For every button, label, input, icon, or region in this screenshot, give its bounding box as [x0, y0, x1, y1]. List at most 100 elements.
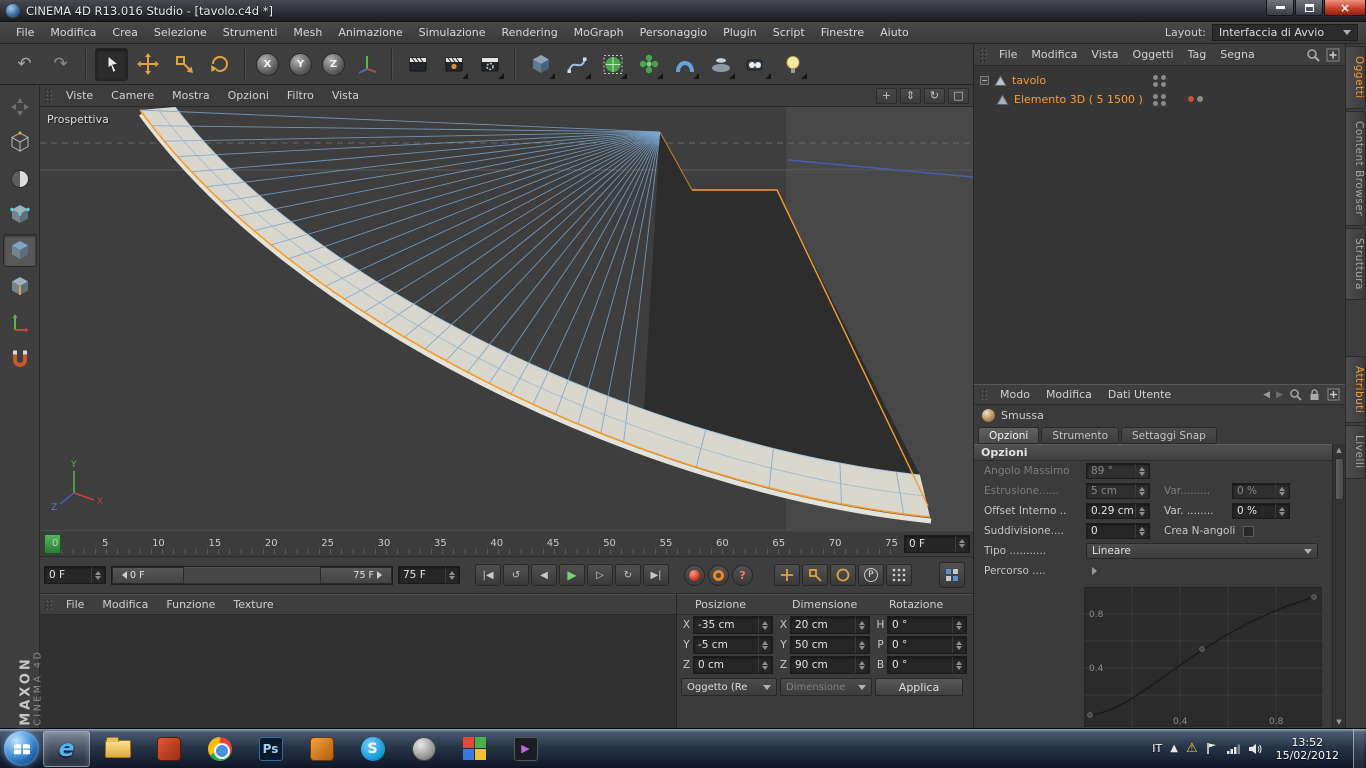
- attribute-menu-item[interactable]: Modifica: [1038, 388, 1100, 401]
- flag-icon[interactable]: [1206, 742, 1218, 755]
- attribute-scrollbar[interactable]: ▲ ▼: [1332, 444, 1345, 728]
- viewport-menu-item[interactable]: Mostra: [163, 89, 219, 102]
- menubar-item[interactable]: Aiuto: [872, 26, 917, 39]
- rotation-field[interactable]: 0 °: [887, 636, 967, 654]
- panel-grip[interactable]: [979, 387, 988, 402]
- live-selection-button[interactable]: [95, 47, 128, 81]
- move-tool-button[interactable]: [131, 48, 164, 81]
- taskbar-chrome-button[interactable]: [196, 731, 243, 767]
- scroll-up-icon[interactable]: ▲: [1336, 444, 1341, 456]
- layout-select[interactable]: Interfaccia di Avvio: [1212, 24, 1358, 41]
- dimension-field[interactable]: 50 cm: [790, 636, 870, 654]
- material-menu-item[interactable]: File: [57, 598, 93, 611]
- history-back-icon[interactable]: ◀: [1263, 390, 1270, 400]
- offset-interno-field[interactable]: 0.29 cm: [1086, 503, 1150, 519]
- autokey-button[interactable]: [708, 564, 729, 586]
- position-field[interactable]: -5 cm: [693, 636, 773, 654]
- axis-lock-button[interactable]: Z: [320, 48, 347, 81]
- scrollbar-thumb[interactable]: [1334, 458, 1344, 500]
- network-icon[interactable]: [1226, 743, 1240, 755]
- rotation-field[interactable]: 0 °: [887, 616, 967, 634]
- toggle-view-button[interactable]: □: [948, 87, 969, 104]
- scale-tool-button[interactable]: [167, 48, 200, 81]
- material-menu-item[interactable]: Funzione: [157, 598, 224, 611]
- taskbar-clock[interactable]: 13:52 15/02/2012: [1270, 736, 1345, 762]
- object-state-dots[interactable]: [1188, 96, 1203, 102]
- tab-struttura[interactable]: Struttura: [1346, 227, 1366, 300]
- range-end-handle[interactable]: 75 F: [320, 566, 392, 584]
- tipo-dropdown[interactable]: Lineare: [1086, 543, 1318, 559]
- menubar-item[interactable]: Strumenti: [215, 26, 286, 39]
- rotation-field[interactable]: 0 °: [887, 656, 967, 674]
- taskbar-explorer-button[interactable]: [94, 731, 141, 767]
- add-deformer-button[interactable]: [668, 48, 701, 81]
- options-section-header[interactable]: Opzioni: [974, 444, 1345, 461]
- taskbar-red-app-button[interactable]: [145, 731, 192, 767]
- attribute-menu-item[interactable]: Dati Utente: [1100, 388, 1179, 401]
- material-menu-item[interactable]: Modifica: [93, 598, 157, 611]
- angolo-massimo-field[interactable]: 89 °: [1086, 463, 1150, 479]
- next-frame-button[interactable]: ▷: [587, 564, 613, 586]
- menubar-item[interactable]: Simulazione: [411, 26, 494, 39]
- rotate-view-button[interactable]: ↻: [924, 87, 945, 104]
- redo-button[interactable]: ↷: [44, 48, 77, 81]
- coordinate-system-button[interactable]: [350, 48, 383, 81]
- menubar-item[interactable]: Script: [765, 26, 813, 39]
- axis-lock-button[interactable]: X: [254, 48, 281, 81]
- history-forward-icon[interactable]: ▶: [1276, 390, 1283, 400]
- object-row-tavolo[interactable]: − tavolo: [974, 71, 1345, 90]
- add-icon[interactable]: [1327, 388, 1340, 401]
- disclosure-triangle-icon[interactable]: [1092, 567, 1101, 575]
- previous-frame-button[interactable]: ◀: [531, 564, 557, 586]
- estrusione-field[interactable]: 5 cm: [1086, 483, 1150, 499]
- taskbar-gray-app-button[interactable]: [400, 731, 447, 767]
- var1-field[interactable]: 0 %: [1232, 483, 1290, 499]
- record-pla-button[interactable]: [886, 564, 912, 586]
- language-indicator[interactable]: IT: [1152, 742, 1162, 755]
- add-generator-button[interactable]: [596, 48, 629, 81]
- play-button[interactable]: ▶: [559, 564, 585, 586]
- add-spline-button[interactable]: [560, 48, 593, 81]
- add-light-button[interactable]: [776, 48, 809, 81]
- previous-key-button[interactable]: ↺: [503, 564, 529, 586]
- dimension-field[interactable]: 90 cm: [790, 656, 870, 674]
- object-manager-menu-item[interactable]: Oggetti: [1126, 48, 1181, 61]
- show-desktop-button[interactable]: [1353, 728, 1364, 768]
- goto-end-button[interactable]: ▶|: [643, 564, 669, 586]
- keyframe-selection-button[interactable]: [939, 562, 965, 588]
- volume-icon[interactable]: [1248, 743, 1262, 755]
- preview-range-slider[interactable]: 0 F 75 F: [111, 565, 393, 585]
- coordinate-mode-dropdown[interactable]: Oggetto (Re: [681, 678, 777, 696]
- action-center-warning-icon[interactable]: ⚠: [1186, 741, 1198, 756]
- minimize-button[interactable]: [1266, 0, 1294, 16]
- attribute-menu-item[interactable]: Modo: [992, 388, 1038, 401]
- add-environment-button[interactable]: [704, 48, 737, 81]
- range-start-handle[interactable]: 0 F: [112, 566, 184, 584]
- panel-grip[interactable]: [979, 47, 988, 62]
- add-icon[interactable]: [1326, 48, 1340, 62]
- axis-mode-button[interactable]: [3, 306, 37, 339]
- viewport-menu-item[interactable]: Filtro: [278, 89, 323, 102]
- viewport-canvas[interactable]: Y X Z Prospettiva: [40, 107, 973, 530]
- pan-view-button[interactable]: +: [876, 87, 897, 104]
- make-editable-button[interactable]: [3, 126, 37, 159]
- search-icon[interactable]: [1289, 388, 1302, 401]
- material-menu-item[interactable]: Texture: [224, 598, 282, 611]
- timeline-ruler[interactable]: 0 5 10 15 20 25 30 35 40 45 50 55 60 65 70 75 0 F: [40, 530, 973, 557]
- tab-oggetti[interactable]: Oggetti: [1346, 46, 1366, 109]
- object-manager-menu-item[interactable]: Vista: [1084, 48, 1125, 61]
- object-manager-menu-item[interactable]: Segna: [1213, 48, 1261, 61]
- render-region-button[interactable]: [437, 48, 470, 81]
- menubar-item[interactable]: Animazione: [330, 26, 410, 39]
- visibility-toggles[interactable]: [1153, 75, 1167, 87]
- add-modeling-object-button[interactable]: [632, 48, 665, 81]
- tab-livelli[interactable]: Livelli: [1346, 425, 1366, 479]
- scroll-down-icon[interactable]: ▼: [1336, 716, 1341, 728]
- add-primitive-button[interactable]: [524, 48, 557, 81]
- search-icon[interactable]: [1306, 48, 1320, 62]
- point-mode-button[interactable]: [3, 198, 37, 231]
- object-manager-menu-item[interactable]: Tag: [1181, 48, 1214, 61]
- record-parameter-button[interactable]: P: [858, 564, 884, 586]
- add-camera-button[interactable]: [740, 48, 773, 81]
- panel-grip[interactable]: [44, 597, 53, 612]
